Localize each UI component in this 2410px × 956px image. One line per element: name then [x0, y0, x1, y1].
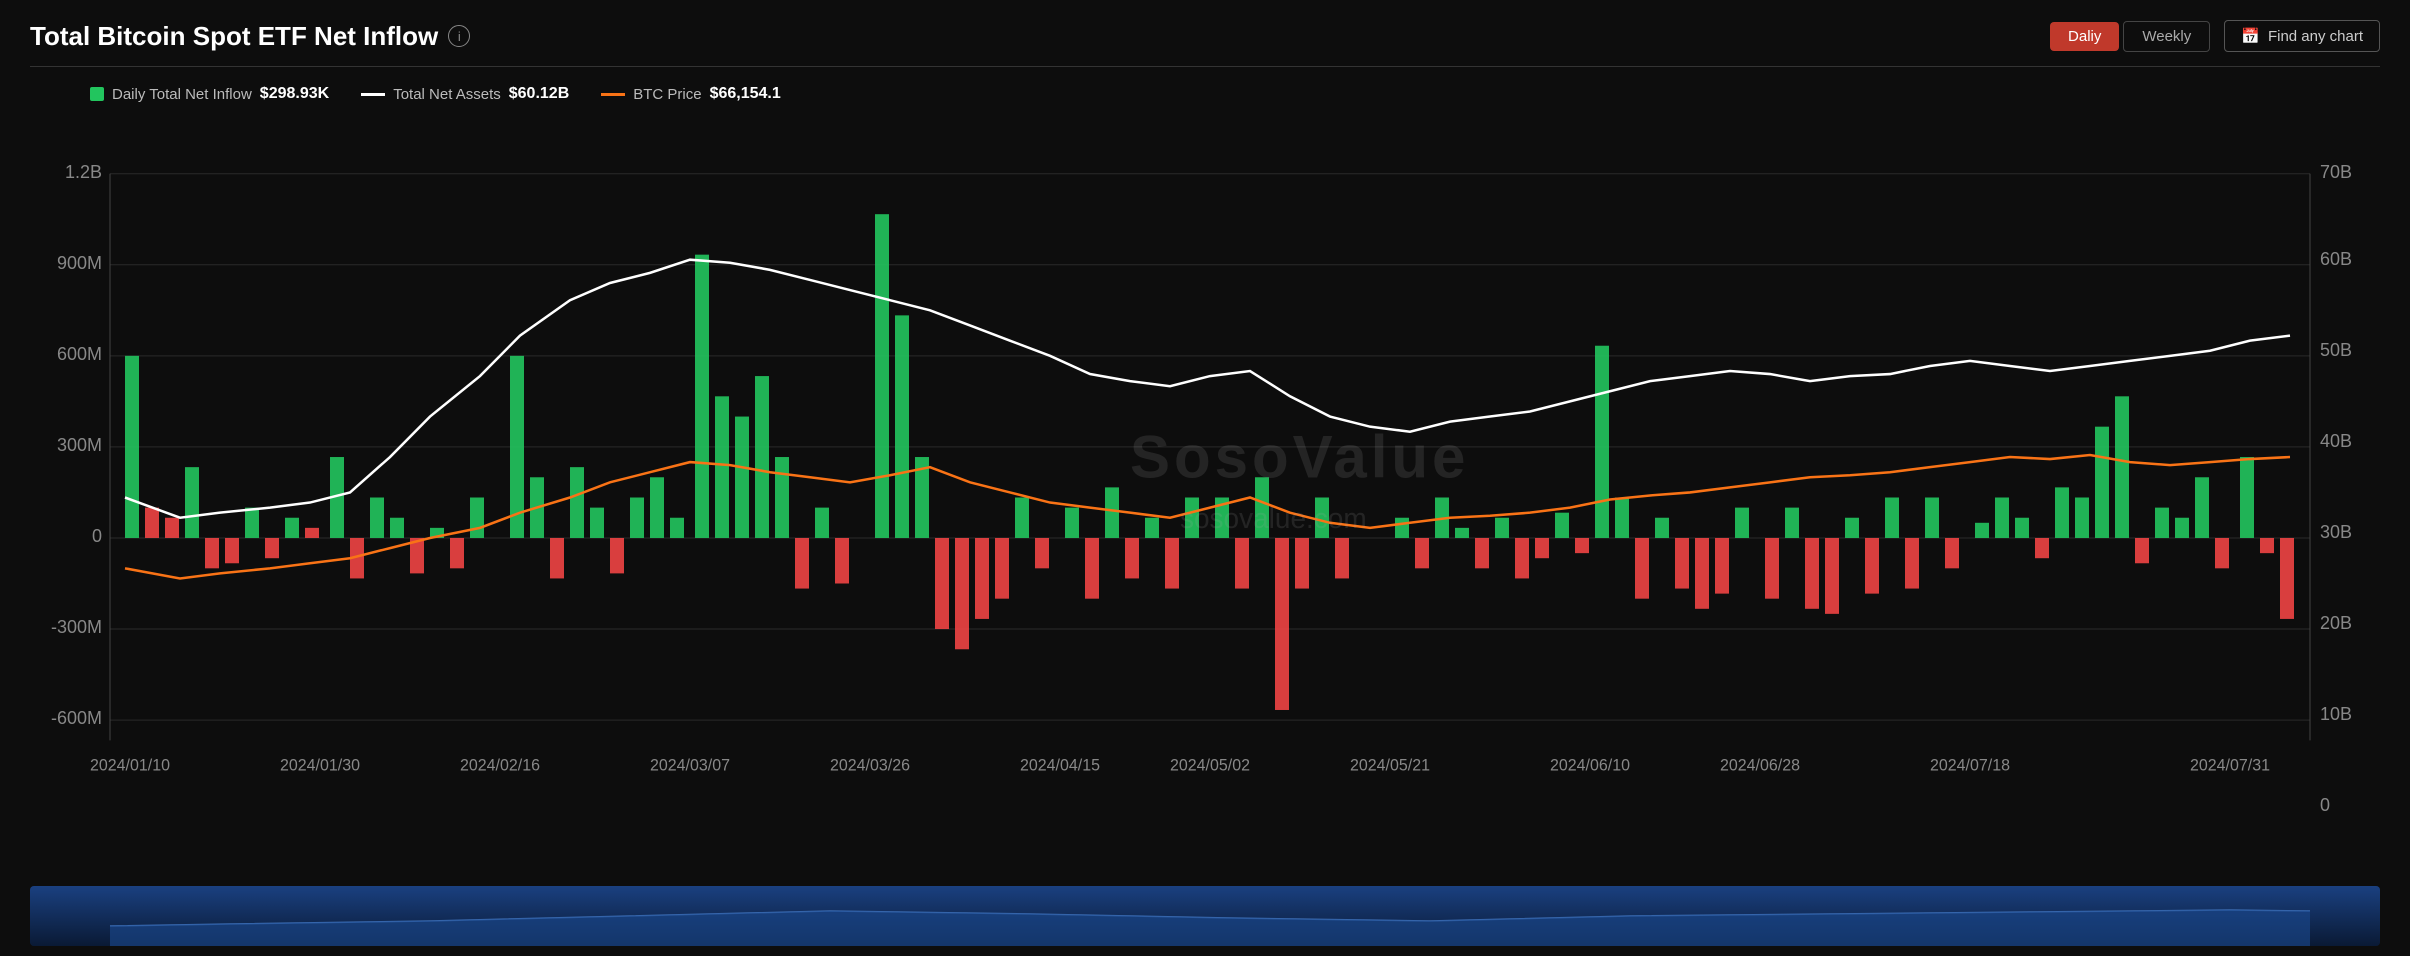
svg-text:2024/03/07: 2024/03/07 — [650, 757, 730, 775]
legend-net-inflow: Daily Total Net Inflow $298.93K — [90, 85, 329, 103]
orange-line-icon — [601, 93, 625, 96]
svg-text:SosoValue: SosoValue — [1130, 422, 1469, 490]
svg-text:2024/05/02: 2024/05/02 — [1170, 757, 1250, 775]
svg-text:0: 0 — [92, 526, 102, 546]
svg-text:1.2B: 1.2B — [65, 162, 102, 182]
chart-area: 1.2B 900M 600M 300M 0 -300M -600M 70B 60… — [30, 113, 2380, 882]
daily-tab[interactable]: Daliy — [2050, 22, 2119, 51]
svg-text:70B: 70B — [2320, 162, 2352, 182]
svg-text:2024/07/31: 2024/07/31 — [2190, 757, 2270, 775]
page-title: Total Bitcoin Spot ETF Net Inflow — [30, 21, 438, 52]
title-area: Total Bitcoin Spot ETF Net Inflow i — [30, 21, 470, 52]
svg-text:2024/07/18: 2024/07/18 — [1930, 757, 2010, 775]
svg-text:40B: 40B — [2320, 431, 2352, 451]
weekly-tab[interactable]: Weekly — [2123, 21, 2210, 52]
svg-text:900M: 900M — [57, 253, 102, 273]
svg-text:2024/05/21: 2024/05/21 — [1350, 757, 1430, 775]
svg-text:600M: 600M — [57, 344, 102, 364]
svg-text:30B: 30B — [2320, 522, 2352, 542]
svg-text:10B: 10B — [2320, 704, 2352, 724]
svg-text:2024/06/28: 2024/06/28 — [1720, 757, 1800, 775]
white-line-icon — [361, 93, 385, 96]
green-bar-icon — [90, 87, 104, 101]
svg-text:2024/02/16: 2024/02/16 — [460, 757, 540, 775]
main-chart-svg: 1.2B 900M 600M 300M 0 -300M -600M 70B 60… — [30, 113, 2380, 882]
find-chart-button[interactable]: 📅 Find any chart — [2224, 20, 2380, 52]
svg-text:20B: 20B — [2320, 613, 2352, 633]
header-row: Total Bitcoin Spot ETF Net Inflow i Dali… — [30, 20, 2380, 67]
info-icon[interactable]: i — [448, 25, 470, 47]
calendar-icon: 📅 — [2241, 27, 2260, 45]
chart-container: 1.2B 900M 600M 300M 0 -300M -600M 70B 60… — [30, 113, 2380, 946]
legend-btc-price: BTC Price $66,154.1 — [601, 85, 781, 103]
minimap-container — [30, 886, 2380, 946]
svg-text:300M: 300M — [57, 435, 102, 455]
minimap-svg — [30, 886, 2380, 946]
main-container: Total Bitcoin Spot ETF Net Inflow i Dali… — [0, 0, 2410, 956]
svg-text:2024/04/15: 2024/04/15 — [1020, 757, 1100, 775]
svg-text:60B: 60B — [2320, 249, 2352, 269]
svg-text:-600M: -600M — [51, 708, 102, 728]
svg-text:-300M: -300M — [51, 617, 102, 637]
svg-text:2024/01/30: 2024/01/30 — [280, 757, 360, 775]
svg-text:2024/03/26: 2024/03/26 — [830, 757, 910, 775]
svg-text:0: 0 — [2320, 795, 2330, 815]
legend-row: Daily Total Net Inflow $298.93K Total Ne… — [30, 77, 2380, 113]
svg-text:2024/01/10: 2024/01/10 — [90, 757, 170, 775]
legend-total-assets: Total Net Assets $60.12B — [361, 85, 569, 103]
svg-text:2024/06/10: 2024/06/10 — [1550, 757, 1630, 775]
svg-text:sosovalue.com: sosovalue.com — [1180, 503, 1367, 534]
svg-text:50B: 50B — [2320, 340, 2352, 360]
toolbar: Daliy Weekly 📅 Find any chart — [2050, 20, 2380, 52]
